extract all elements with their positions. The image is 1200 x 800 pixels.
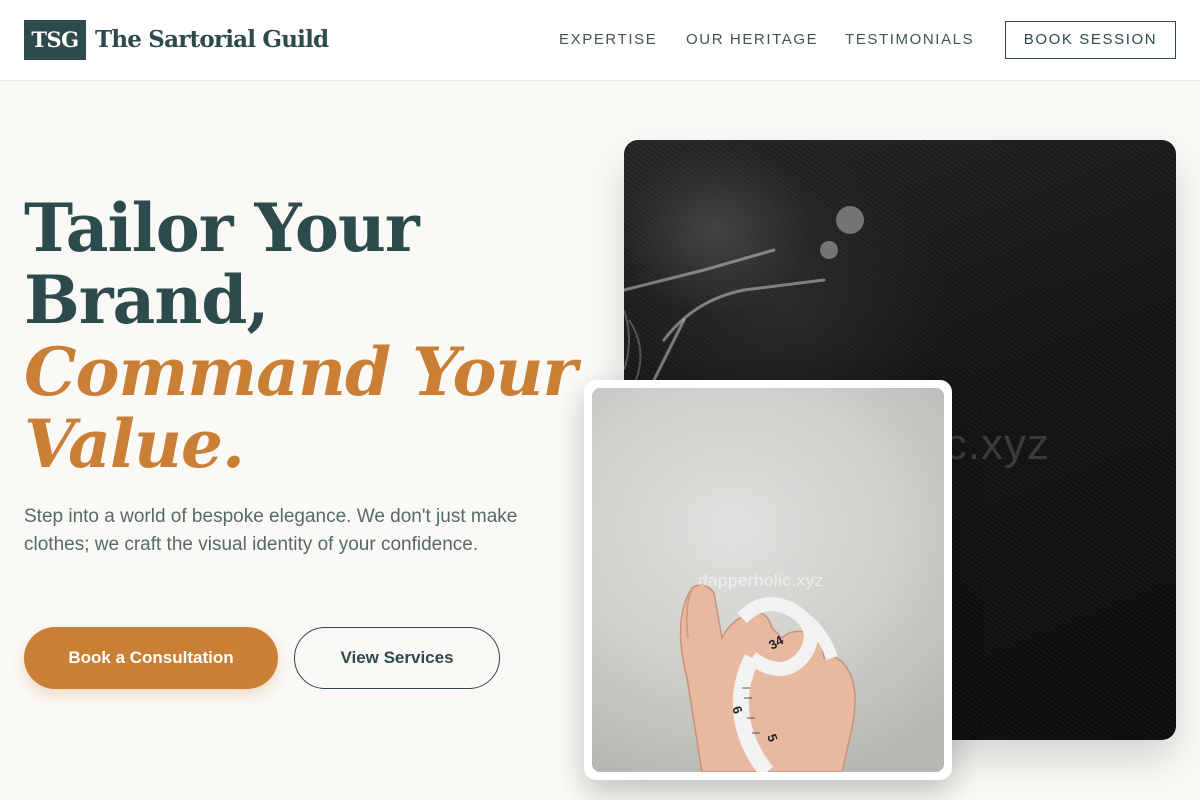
view-services-button[interactable]: View Services xyxy=(294,627,500,689)
site-header: TSG The Sartorial Guild EXPERTISE OUR HE… xyxy=(0,0,1200,81)
tape-measure-image-card: 34 6 5 dapperholic.xyz xyxy=(584,380,952,780)
logo-mark[interactable]: TSG xyxy=(24,20,86,60)
headline-accent-line-1: Command Your xyxy=(24,333,577,411)
nav-link-testimonials[interactable]: TESTIMONIALS xyxy=(845,30,974,50)
book-session-button[interactable]: BOOK SESSION xyxy=(1005,21,1176,59)
tape-measure-image: 34 6 5 dapperholic.xyz xyxy=(592,388,944,772)
hero-description: Step into a world of bespoke elegance. W… xyxy=(24,506,518,555)
headline-accent-line-2: Value. xyxy=(24,405,245,483)
headline-line-2: Brand, xyxy=(24,261,269,339)
headline-line-1: Tailor Your xyxy=(24,189,420,267)
hero-headline: Tailor Your Brand, Command Your Value. xyxy=(24,192,584,480)
front-image-watermark: dapperholic.xyz xyxy=(698,571,824,590)
nav-link-our-heritage[interactable]: OUR HERITAGE xyxy=(686,30,818,50)
nav-link-expertise[interactable]: EXPERTISE xyxy=(559,30,657,50)
brand-name[interactable]: The Sartorial Guild xyxy=(95,24,329,56)
book-consultation-button[interactable]: Book a Consultation xyxy=(24,627,278,689)
